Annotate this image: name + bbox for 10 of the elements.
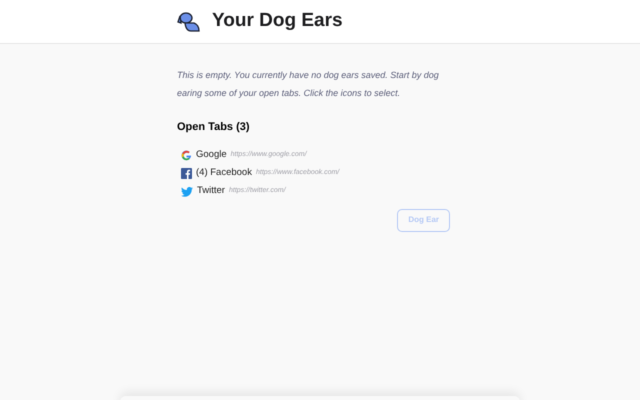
tab-title: Google: [196, 148, 227, 162]
bird-icon[interactable]: [181, 186, 193, 196]
google-icon[interactable]: [181, 150, 192, 161]
app-title: Your Dog Ears: [212, 9, 343, 34]
dog-icon: [177, 10, 201, 32]
tab-title: (4) Facebook: [196, 166, 252, 180]
section-heading: Open Tabs (3): [177, 120, 251, 135]
empty-message: This is empty. You currently have no dog ears saved. Start by dog earing some of your open tabs. Click the icons to select.: [177, 69, 440, 100]
facebook-icon[interactable]: [181, 168, 192, 179]
tab-title: Twitter: [197, 184, 225, 198]
